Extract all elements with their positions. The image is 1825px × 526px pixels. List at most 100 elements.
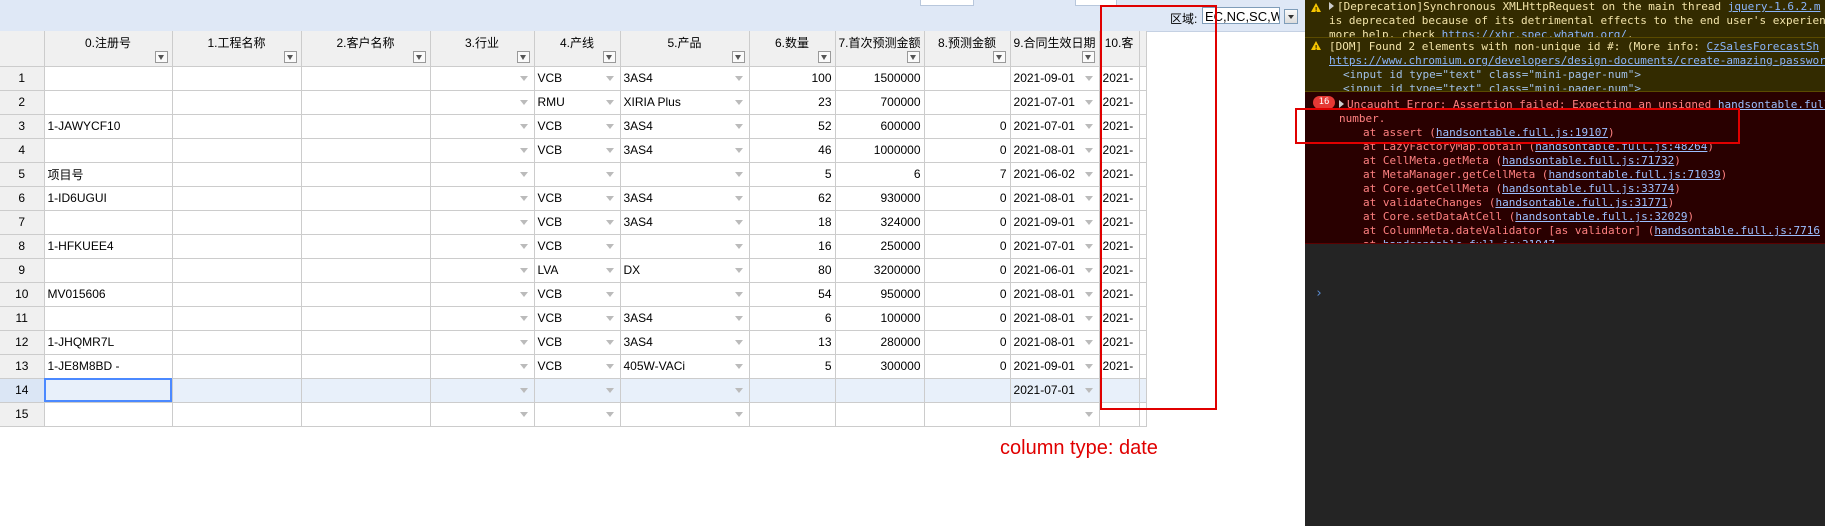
row-header[interactable]: 12 [0, 330, 45, 355]
grid-cell[interactable]: 2021- [1099, 282, 1140, 307]
grid-cell[interactable] [301, 282, 431, 307]
dropdown-arrow-icon[interactable] [605, 195, 614, 201]
stack-source-link[interactable]: handsontable.full.js:32029 [1515, 210, 1687, 223]
grid-cell[interactable] [534, 162, 621, 187]
grid-cell[interactable]: 13 [749, 330, 836, 355]
grid-cell[interactable] [172, 114, 302, 139]
row-header[interactable]: 5 [0, 162, 45, 187]
grid-cell[interactable]: 6 [835, 162, 925, 187]
grid-cell[interactable] [44, 306, 173, 331]
dropdown-arrow-icon[interactable] [605, 387, 614, 393]
column-header-1[interactable]: 1.工程名称 [172, 31, 302, 67]
grid-cell[interactable]: VCB [534, 186, 621, 211]
row-header[interactable]: 9 [0, 258, 45, 283]
dropdown-arrow-icon[interactable] [1084, 195, 1093, 201]
grid-cell[interactable] [172, 162, 302, 187]
dropdown-arrow-icon[interactable] [519, 339, 528, 345]
grid-cell[interactable] [44, 90, 173, 115]
grid-cell[interactable]: 950000 [835, 282, 925, 307]
dropdown-arrow-icon[interactable] [605, 291, 614, 297]
grid-cell[interactable]: VCB [534, 354, 621, 379]
dropdown-arrow-icon[interactable] [734, 123, 743, 129]
grid-cell[interactable] [301, 210, 431, 235]
grid-cell[interactable]: 2021- [1099, 138, 1140, 163]
grid-cell[interactable]: 62 [749, 186, 836, 211]
row-header[interactable]: 15 [0, 402, 45, 427]
grid-cell[interactable]: 1-ID6UGUI [44, 186, 173, 211]
grid-cell[interactable] [172, 186, 302, 211]
grid-cell[interactable]: 1-JE8M8BD - [44, 354, 173, 379]
grid-cell[interactable]: VCB [534, 210, 621, 235]
dropdown-arrow-icon[interactable] [734, 291, 743, 297]
dropdown-arrow-icon[interactable] [519, 147, 528, 153]
dropdown-arrow-icon[interactable] [1084, 411, 1093, 417]
grid-cell[interactable] [172, 90, 302, 115]
grid-cell[interactable] [172, 354, 302, 379]
grid-cell[interactable]: 0 [924, 306, 1011, 331]
grid-cell[interactable] [44, 66, 173, 91]
grid-cell[interactable] [430, 330, 535, 355]
dropdown-arrow-icon[interactable] [605, 99, 614, 105]
grid-cell[interactable] [620, 234, 750, 259]
dropdown-arrow-icon[interactable] [1084, 291, 1093, 297]
dropdown-arrow-icon[interactable] [734, 195, 743, 201]
dropdown-arrow-icon[interactable] [605, 171, 614, 177]
column-header-6[interactable]: 6.数量 [749, 31, 836, 67]
grid-cell[interactable]: 100 [749, 66, 836, 91]
dropdown-arrow-icon[interactable] [734, 147, 743, 153]
chromium-link[interactable]: https://www.chromium.org/developers/desi… [1329, 54, 1825, 67]
grid-cell[interactable]: 2021- [1099, 210, 1140, 235]
grid-cell[interactable]: 0 [924, 234, 1011, 259]
dropdown-arrow-icon[interactable] [1084, 99, 1093, 105]
grid-cell[interactable] [620, 378, 750, 403]
grid-cell[interactable]: 2021-07-01 [1010, 234, 1100, 259]
grid-cell[interactable] [534, 378, 621, 403]
dropdown-arrow-icon[interactable] [519, 315, 528, 321]
column-header-7[interactable]: 7.首次预测金额 [835, 31, 925, 67]
dropdown-arrow-icon[interactable] [605, 315, 614, 321]
console-prompt[interactable]: › [1315, 286, 1323, 301]
grid-cell[interactable]: 2021- [1099, 354, 1140, 379]
grid-cell[interactable] [430, 186, 535, 211]
stack-source-link[interactable]: handsontable.full.js:7716 [1654, 224, 1820, 237]
toolbar-input-1[interactable] [920, 0, 974, 6]
dropdown-arrow-icon[interactable] [734, 171, 743, 177]
grid-cell[interactable] [534, 402, 621, 427]
stack-source-link[interactable]: handsontable.full.js:31771 [1495, 196, 1667, 209]
grid-cell[interactable]: 80 [749, 258, 836, 283]
grid-cell[interactable]: 7 [924, 162, 1011, 187]
grid-cell[interactable]: 3AS4 [620, 210, 750, 235]
grid-cell[interactable]: VCB [534, 66, 621, 91]
dropdown-arrow-icon[interactable] [1084, 363, 1093, 369]
grid-cell[interactable]: 3200000 [835, 258, 925, 283]
dropdown-arrow-icon[interactable] [734, 363, 743, 369]
grid-cell[interactable]: 700000 [835, 90, 925, 115]
grid-cell[interactable] [44, 258, 173, 283]
grid-cell[interactable]: 0 [924, 354, 1011, 379]
dropdown-arrow-icon[interactable] [734, 75, 743, 81]
grid-cell[interactable] [1099, 378, 1140, 403]
grid-cell[interactable]: 23 [749, 90, 836, 115]
region-dropdown-button[interactable] [1284, 9, 1298, 24]
grid-cell[interactable]: 2021-08-01 [1010, 330, 1100, 355]
grid-cell[interactable] [172, 378, 302, 403]
filter-dropdown-icon[interactable] [906, 50, 920, 63]
grid-cell[interactable]: 2021-08-01 [1010, 186, 1100, 211]
grid-cell[interactable] [44, 210, 173, 235]
dropdown-arrow-icon[interactable] [1084, 123, 1093, 129]
grid-cell[interactable] [430, 138, 535, 163]
grid-cell[interactable] [172, 330, 302, 355]
row-header[interactable]: 8 [0, 234, 45, 259]
dropdown-arrow-icon[interactable] [519, 291, 528, 297]
grid-cell[interactable]: 3AS4 [620, 138, 750, 163]
grid-cell[interactable]: 5 [749, 162, 836, 187]
grid-cell[interactable] [172, 138, 302, 163]
grid-cell[interactable]: 2021-08-01 [1010, 306, 1100, 331]
grid-cell[interactable]: VCB [534, 234, 621, 259]
grid-cell[interactable] [301, 306, 431, 331]
grid-cell[interactable]: 18 [749, 210, 836, 235]
grid-cell[interactable] [172, 282, 302, 307]
grid-cell[interactable] [430, 66, 535, 91]
grid-cell[interactable]: 3AS4 [620, 306, 750, 331]
grid-cell[interactable] [44, 402, 173, 427]
